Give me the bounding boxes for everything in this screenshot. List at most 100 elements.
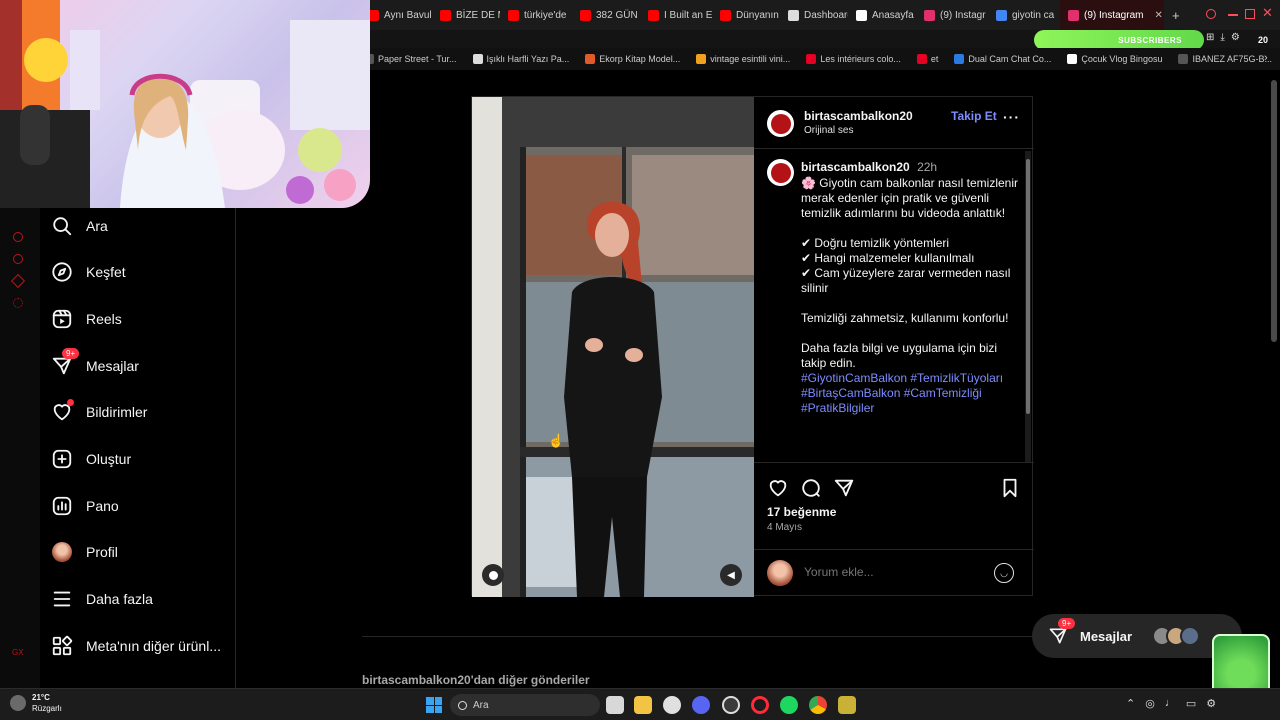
sidebar-item-reels[interactable]: Reels [50, 305, 122, 333]
weather-desc: Rüzgarlı [32, 704, 62, 713]
browser-tab[interactable]: giyotin ca [988, 0, 1060, 30]
gx-icon[interactable]: GX [12, 648, 24, 657]
microphone-icon[interactable]: ♩ [1165, 697, 1176, 710]
browser-tab[interactable]: BİZE DE M [432, 0, 500, 30]
taskbar-search[interactable]: Ara [450, 694, 600, 716]
opera-gx-icon[interactable] [751, 696, 769, 714]
sidebar-item-label: Meta'nın diğer ürünl... [86, 638, 221, 654]
windows-start-icon[interactable] [426, 697, 442, 713]
audio-label[interactable]: Orijinal ses [804, 125, 853, 136]
dashboard-icon [50, 494, 74, 518]
subscriber-count: 20 [1258, 35, 1269, 45]
comment-icon[interactable] [800, 477, 822, 504]
steam-icon[interactable] [663, 696, 681, 714]
sidebar-item-label: Oluştur [86, 451, 132, 467]
sidebar-item-notifications[interactable]: Bildirimler [50, 398, 147, 426]
likes-count[interactable]: 17 beğenme [767, 505, 836, 519]
sidebar-item-explore[interactable]: Keşfet [50, 258, 126, 286]
mute-button[interactable]: ◀ [720, 564, 742, 586]
compass-icon [50, 260, 74, 284]
comment-input[interactable] [804, 565, 974, 579]
bookmark-item[interactable]: Ekorp Kitap Model... [577, 54, 688, 64]
share-icon[interactable] [833, 477, 855, 504]
messages-badge: 9+ [62, 348, 80, 359]
app-icon[interactable] [838, 696, 856, 714]
settings-icon[interactable] [13, 298, 23, 308]
file-explorer-icon[interactable] [634, 696, 652, 714]
weather-temp: 21°C [32, 693, 50, 702]
caption-hashtags[interactable]: #GiyotinCamBalkon #TemizlikTüyoları #Bir… [801, 371, 1021, 416]
browser-tab[interactable]: Dashboard [780, 0, 848, 30]
sidebar-item-messages[interactable]: 9+ Mesajlar [50, 348, 139, 380]
search-tabs-icon[interactable] [1206, 9, 1216, 19]
settings-icon[interactable]: ⚙ [1206, 697, 1216, 710]
sidebar-item-more[interactable]: Daha fazla [50, 585, 153, 613]
history-icon[interactable] [13, 254, 23, 264]
browser-tab[interactable]: (9) Instagram ✕ [1060, 0, 1164, 30]
download-icon[interactable]: ⤓ [1220, 32, 1224, 43]
bookmark-item[interactable]: et [909, 54, 947, 64]
bookmark-item[interactable]: Dual Cam Chat Co... [946, 54, 1059, 64]
account-avatar[interactable] [767, 110, 794, 137]
bookmark-item[interactable]: Paper Street - Tur... [356, 54, 465, 64]
chevron-up-icon[interactable]: ⌃ [1126, 697, 1135, 710]
browser-tab[interactable]: I Built an E [640, 0, 712, 30]
bookmark-item[interactable]: Işıklı Harfli Yazı Pa... [465, 54, 578, 64]
settings-icon[interactable]: ⚙ [1231, 32, 1240, 43]
browser-tab[interactable]: (9) Instagr [916, 0, 988, 30]
caption-username[interactable]: birtascambalkon20 [801, 160, 910, 174]
heart-icon[interactable] [767, 477, 789, 504]
page-scrollbar[interactable] [1270, 70, 1278, 685]
sidebar-item-meta-apps[interactable]: Meta'nın diğer ürünl... [50, 632, 221, 660]
tagged-user-button[interactable] [482, 564, 504, 586]
more-posts-heading[interactable]: birtascambalkon20'dan diğer gönderiler [362, 673, 590, 687]
task-view-icon[interactable] [606, 696, 624, 714]
browser-tab[interactable]: Anasayfa [848, 0, 916, 30]
network-icon[interactable]: ◎ [1145, 697, 1155, 710]
messages-badge: 9+ [1058, 618, 1076, 629]
obs-icon[interactable] [722, 696, 740, 714]
browser-tab[interactable]: Dünyanın [712, 0, 780, 30]
close-window-button[interactable]: ✕ [1262, 5, 1273, 21]
save-icon[interactable] [999, 477, 1021, 504]
sidebar-item-profile[interactable]: Profil [50, 538, 118, 566]
chrome-icon[interactable] [809, 696, 827, 714]
extensions-icon[interactable]: ⊞ [1206, 32, 1214, 43]
more-options-icon[interactable]: ··· [1003, 109, 1020, 125]
bookmarks-more-icon[interactable]: › [1264, 52, 1268, 64]
sidebar-item-dashboard[interactable]: Pano [50, 492, 119, 520]
display-icon[interactable]: ▭ [1186, 697, 1196, 710]
minimize-button[interactable] [1228, 14, 1238, 16]
send-icon[interactable] [10, 273, 26, 289]
caption-scrollbar[interactable] [1025, 151, 1031, 462]
reel-video[interactable]: ◀ ☝ [472, 97, 754, 597]
spotify-icon[interactable] [780, 696, 798, 714]
caption-area[interactable]: birtascambalkon20 22h 🌸 Giyotin cam balk… [754, 149, 1034, 463]
google-icon [996, 9, 1007, 21]
browser-tab[interactable]: 382 GÜN [572, 0, 640, 30]
browser-tab[interactable]: türkiye'de [500, 0, 572, 30]
post-date: 4 Mayıs [767, 522, 803, 533]
sidebar-item-search[interactable]: Ara [50, 212, 108, 240]
follow-button[interactable]: Takip Et [951, 109, 997, 123]
bookmark-item[interactable]: Les intérieurs colo... [798, 54, 909, 64]
discord-icon[interactable] [692, 696, 710, 714]
bookmark-favicon-icon [1067, 54, 1078, 64]
instagram-icon [1068, 9, 1079, 21]
post-username[interactable]: birtascambalkon20 [804, 109, 913, 123]
weather-widget[interactable]: 21°C Rüzgarlı [10, 692, 62, 714]
bookmark-item[interactable]: vintage esintili vini... [688, 54, 798, 64]
bookmark-favicon-icon [916, 54, 927, 64]
sidebar-icon-1[interactable] [13, 232, 23, 242]
messages-pill[interactable]: 9+ Mesajlar [1032, 614, 1242, 658]
browser-tab[interactable]: Aynı Bavul [360, 0, 432, 30]
bookmark-item[interactable]: Çocuk Vlog Bingosu [1059, 54, 1170, 64]
emoji-icon[interactable]: ◡ [994, 563, 1014, 583]
plus-square-icon [50, 447, 74, 471]
new-tab-button[interactable]: + [1164, 8, 1188, 23]
close-tab-icon[interactable]: ✕ [1154, 10, 1162, 21]
sidebar-item-create[interactable]: Oluştur [50, 445, 131, 473]
maximize-button[interactable] [1245, 9, 1255, 19]
caption-avatar[interactable] [767, 159, 794, 186]
caption-text: 🌸 Giyotin cam balkonlar nasıl temizlenir… [801, 176, 1019, 370]
